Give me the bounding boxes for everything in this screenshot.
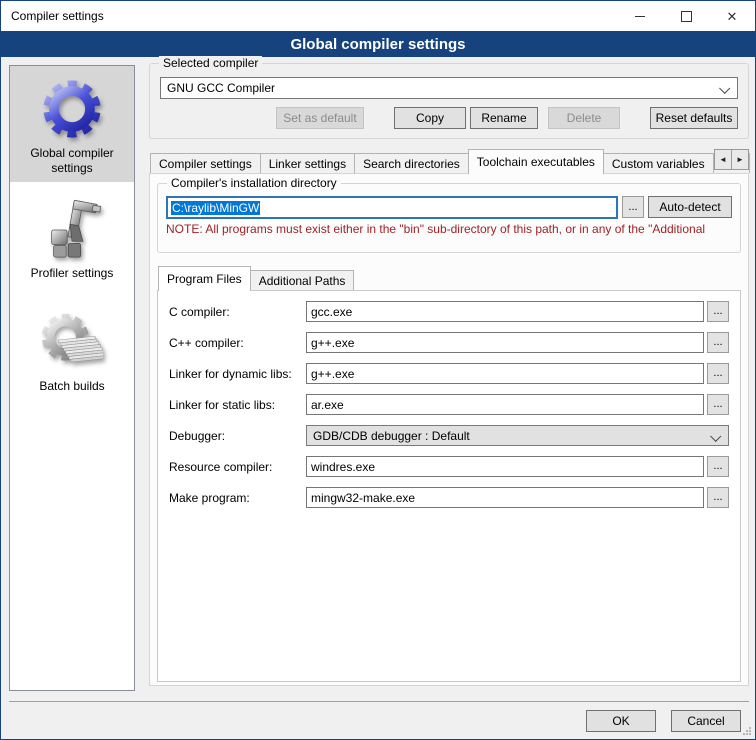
tab-scroll-arrows: ◄ ►	[715, 149, 749, 170]
field-label: Linker for dynamic libs:	[169, 367, 303, 381]
chevron-down-icon	[719, 83, 730, 94]
resource-compiler-value: windres.exe	[311, 460, 375, 474]
field-label: Debugger:	[169, 429, 303, 443]
window-controls: ✕	[617, 1, 755, 31]
browse-directory-button[interactable]: ...	[622, 196, 644, 218]
form-row: Debugger: GDB/CDB debugger : Default	[169, 425, 729, 446]
browse-button[interactable]: ...	[707, 394, 729, 415]
tab-additional-paths[interactable]: Additional Paths	[250, 270, 355, 290]
note-text: NOTE: All programs must exist either in …	[166, 222, 732, 236]
browse-button[interactable]: ...	[707, 363, 729, 384]
group-legend: Selected compiler	[159, 56, 262, 70]
sidebar-item-label: Batch builds	[12, 379, 132, 394]
debugger-select-value: GDB/CDB debugger : Default	[313, 429, 470, 443]
sidebar-item-label: Global compiler settings	[12, 146, 132, 176]
auto-detect-button[interactable]: Auto-detect	[648, 196, 732, 218]
browse-button[interactable]: ...	[707, 332, 729, 353]
arrow-right-icon: ►	[736, 155, 744, 164]
c-compiler-value: gcc.exe	[311, 305, 352, 319]
close-icon: ✕	[727, 10, 738, 23]
form-row: C++ compiler: g++.exe ...	[169, 332, 729, 353]
dialog-header: Global compiler settings	[1, 31, 755, 57]
maximize-icon	[681, 11, 692, 22]
sidebar-item-global-compiler-settings[interactable]: Global compiler settings	[10, 66, 134, 182]
minimize-button[interactable]	[617, 1, 663, 31]
form-row: Linker for static libs: ar.exe ...	[169, 394, 729, 415]
browse-button[interactable]: ...	[707, 301, 729, 322]
resize-grip[interactable]	[742, 726, 752, 736]
compiler-buttons-row: Set as default Copy Rename Delete Reset …	[160, 107, 738, 129]
sidebar-item-label: Profiler settings	[12, 266, 132, 281]
group-legend: Compiler's installation directory	[167, 176, 341, 190]
gear-blue-icon	[41, 78, 103, 140]
sidebar-item-batch-builds[interactable]: Batch builds	[10, 299, 134, 400]
rename-button[interactable]: Rename	[470, 107, 538, 129]
tab-search-directories[interactable]: Search directories	[354, 153, 469, 173]
footer-buttons: OK Cancel	[586, 710, 741, 732]
minimize-icon	[635, 16, 645, 17]
cancel-button[interactable]: Cancel	[671, 710, 741, 732]
main-panel: Selected compiler GNU GCC Compiler Set a…	[149, 63, 749, 684]
program-files-page: C compiler: gcc.exe ... C++ compiler: g+…	[157, 290, 741, 682]
form-row: Make program: mingw32-make.exe ...	[169, 487, 729, 508]
tab-custom-variables[interactable]: Custom variables	[603, 153, 714, 173]
window-title: Compiler settings	[1, 9, 104, 23]
compiler-select-value: GNU GCC Compiler	[167, 81, 275, 95]
form-row: C compiler: gcc.exe ...	[169, 301, 729, 322]
tab-scroll-right-button[interactable]: ►	[731, 149, 749, 170]
selected-compiler-group: Selected compiler GNU GCC Compiler Set a…	[149, 63, 749, 139]
tab-program-files[interactable]: Program Files	[158, 266, 251, 291]
field-label: Linker for static libs:	[169, 398, 303, 412]
cpp-compiler-value: g++.exe	[311, 336, 354, 350]
browse-button[interactable]: ...	[707, 487, 729, 508]
tab-linker-settings[interactable]: Linker settings	[260, 153, 355, 173]
tab-toolchain-executables[interactable]: Toolchain executables	[468, 149, 604, 174]
page-title: Global compiler settings	[290, 36, 465, 53]
field-label: C++ compiler:	[169, 336, 303, 350]
settings-sidebar: Global compiler settings	[9, 65, 135, 691]
field-label: Make program:	[169, 491, 303, 505]
tab-compiler-settings[interactable]: Compiler settings	[150, 153, 261, 173]
reset-defaults-button[interactable]: Reset defaults	[650, 107, 738, 129]
static-linker-input[interactable]: ar.exe	[306, 394, 704, 415]
field-label: Resource compiler:	[169, 460, 303, 474]
cpp-compiler-input[interactable]: g++.exe	[306, 332, 704, 353]
program-files-tabstrip: Program Files Additional Paths	[157, 266, 741, 290]
resource-compiler-input[interactable]: windres.exe	[306, 456, 704, 477]
dynamic-linker-value: g++.exe	[311, 367, 354, 381]
caliper-icon	[41, 198, 103, 260]
static-linker-value: ar.exe	[311, 398, 344, 412]
delete-button[interactable]: Delete	[548, 107, 620, 129]
maximize-button[interactable]	[663, 1, 709, 31]
make-program-value: mingw32-make.exe	[311, 491, 415, 505]
chevron-down-icon	[710, 431, 721, 442]
form-row: Resource compiler: windres.exe ...	[169, 456, 729, 477]
make-program-input[interactable]: mingw32-make.exe	[306, 487, 704, 508]
toolchain-executables-page: Compiler's installation directory C:\ray…	[149, 173, 749, 686]
installation-directory-row: C:\raylib\MinGW ... Auto-detect	[166, 196, 732, 219]
dynamic-linker-input[interactable]: g++.exe	[306, 363, 704, 384]
settings-tabstrip: Compiler settings Linker settings Search…	[149, 148, 749, 173]
set-as-default-button[interactable]: Set as default	[276, 107, 364, 129]
footer-divider	[9, 701, 749, 702]
installation-directory-value: C:\raylib\MinGW	[171, 201, 260, 215]
copy-button[interactable]: Copy	[394, 107, 466, 129]
titlebar: Compiler settings ✕	[1, 1, 755, 31]
installation-directory-group: Compiler's installation directory C:\ray…	[157, 183, 741, 253]
arrow-left-icon: ◄	[719, 155, 727, 164]
compiler-settings-dialog: Compiler settings ✕ Global compiler sett…	[0, 0, 756, 740]
ok-button[interactable]: OK	[586, 710, 656, 732]
sidebar-item-profiler-settings[interactable]: Profiler settings	[10, 186, 134, 287]
close-button[interactable]: ✕	[709, 1, 755, 31]
field-label: C compiler:	[169, 305, 303, 319]
form-row: Linker for dynamic libs: g++.exe ...	[169, 363, 729, 384]
gear-stack-icon	[41, 311, 103, 373]
c-compiler-input[interactable]: gcc.exe	[306, 301, 704, 322]
compiler-select[interactable]: GNU GCC Compiler	[160, 77, 738, 99]
tab-scroll-left-button[interactable]: ◄	[714, 149, 732, 170]
debugger-select[interactable]: GDB/CDB debugger : Default	[306, 425, 729, 446]
browse-button[interactable]: ...	[707, 456, 729, 477]
installation-directory-input[interactable]: C:\raylib\MinGW	[166, 196, 618, 219]
